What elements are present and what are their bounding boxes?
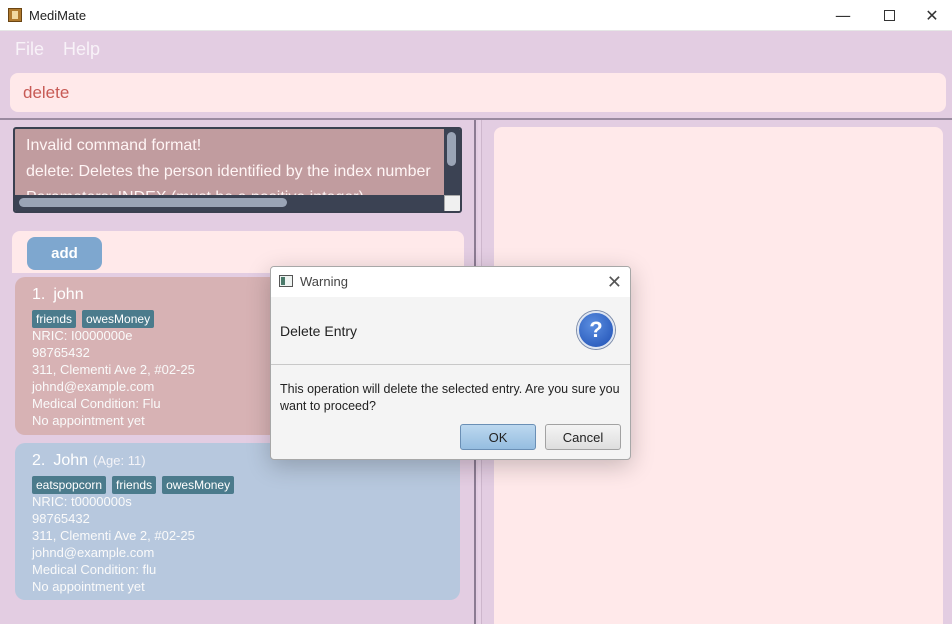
person-name: John (53, 452, 89, 469)
dialog-close-button[interactable]: ✕ (607, 272, 622, 293)
scrollbar-corner (444, 195, 460, 211)
dialog-title: Warning (300, 274, 348, 289)
result-display[interactable]: Invalid command format! delete: Deletes … (13, 127, 462, 213)
close-window-button[interactable]: ✕ (912, 0, 952, 31)
question-icon: ? (577, 311, 615, 349)
menu-bar: File Help (0, 31, 952, 67)
person-phone: 98765432 (32, 345, 90, 360)
command-input-value: delete (23, 83, 70, 102)
app-logo-icon (8, 8, 22, 22)
person-name: john (53, 286, 84, 303)
dialog-header: Delete Entry ? (271, 297, 630, 365)
window-icon (279, 275, 293, 287)
tag: friends (32, 310, 77, 328)
add-button[interactable]: add (27, 237, 102, 270)
person-address: 311, Clementi Ave 2, #02-25 (32, 362, 195, 377)
person-nric: NRIC: I0000000e (32, 328, 133, 343)
person-email: johnd@example.com (32, 379, 155, 394)
person-email: johnd@example.com (32, 545, 155, 560)
person-index: 1. (32, 286, 46, 303)
minimize-icon: — (835, 6, 851, 25)
ok-button[interactable]: OK (460, 424, 536, 450)
tag-list: eatspopcorn friends owesMoney (32, 476, 240, 494)
scrollbar-thumb[interactable] (447, 132, 456, 166)
dialog-message: This operation will delete the selected … (280, 382, 620, 413)
minimize-button[interactable]: — (820, 0, 866, 31)
person-appointment: No appointment yet (32, 413, 145, 428)
menu-help[interactable]: Help (63, 39, 100, 60)
scrollbar-thumb[interactable] (19, 198, 287, 207)
person-age: (Age: 11) (93, 453, 146, 468)
command-input[interactable]: delete (10, 73, 946, 112)
menu-file[interactable]: File (15, 39, 44, 60)
person-card[interactable]: 2. John (Age: 11) eatspopcorn friends owes… (15, 443, 460, 600)
tag-list: friends owesMoney (32, 310, 160, 328)
person-index: 2. (32, 452, 46, 469)
tag: owesMoney (162, 476, 235, 494)
person-phone: 98765432 (32, 511, 90, 526)
person-condition: Medical Condition: flu (32, 562, 157, 577)
warning-dialog: Warning ✕ Delete Entry ? This operation … (270, 266, 631, 460)
person-nric: NRIC: t0000000s (32, 494, 132, 509)
person-appointment: No appointment yet (32, 579, 145, 594)
person-address: 311, Clementi Ave 2, #02-25 (32, 528, 195, 543)
result-line: Invalid command format! (26, 137, 202, 154)
dialog-header-text: Delete Entry (280, 323, 358, 339)
close-icon: ✕ (925, 6, 939, 25)
vertical-scrollbar[interactable] (444, 129, 460, 197)
tag: owesMoney (82, 310, 155, 328)
result-line: delete: Deletes the person identified by… (26, 163, 431, 180)
tag: friends (112, 476, 157, 494)
window-title: MediMate (29, 7, 87, 23)
title-bar: MediMate — ✕ (0, 0, 952, 31)
person-card-title: 2. John (Age: 11) (32, 452, 146, 470)
maximize-button[interactable] (866, 0, 912, 31)
maximize-icon (883, 10, 895, 21)
cancel-button[interactable]: Cancel (545, 424, 621, 450)
tag: eatspopcorn (32, 476, 107, 494)
horizontal-scrollbar[interactable] (15, 195, 445, 211)
dialog-title-bar: Warning ✕ (271, 267, 630, 297)
person-card-title: 1. john (32, 286, 84, 304)
person-condition: Medical Condition: Flu (32, 396, 161, 411)
